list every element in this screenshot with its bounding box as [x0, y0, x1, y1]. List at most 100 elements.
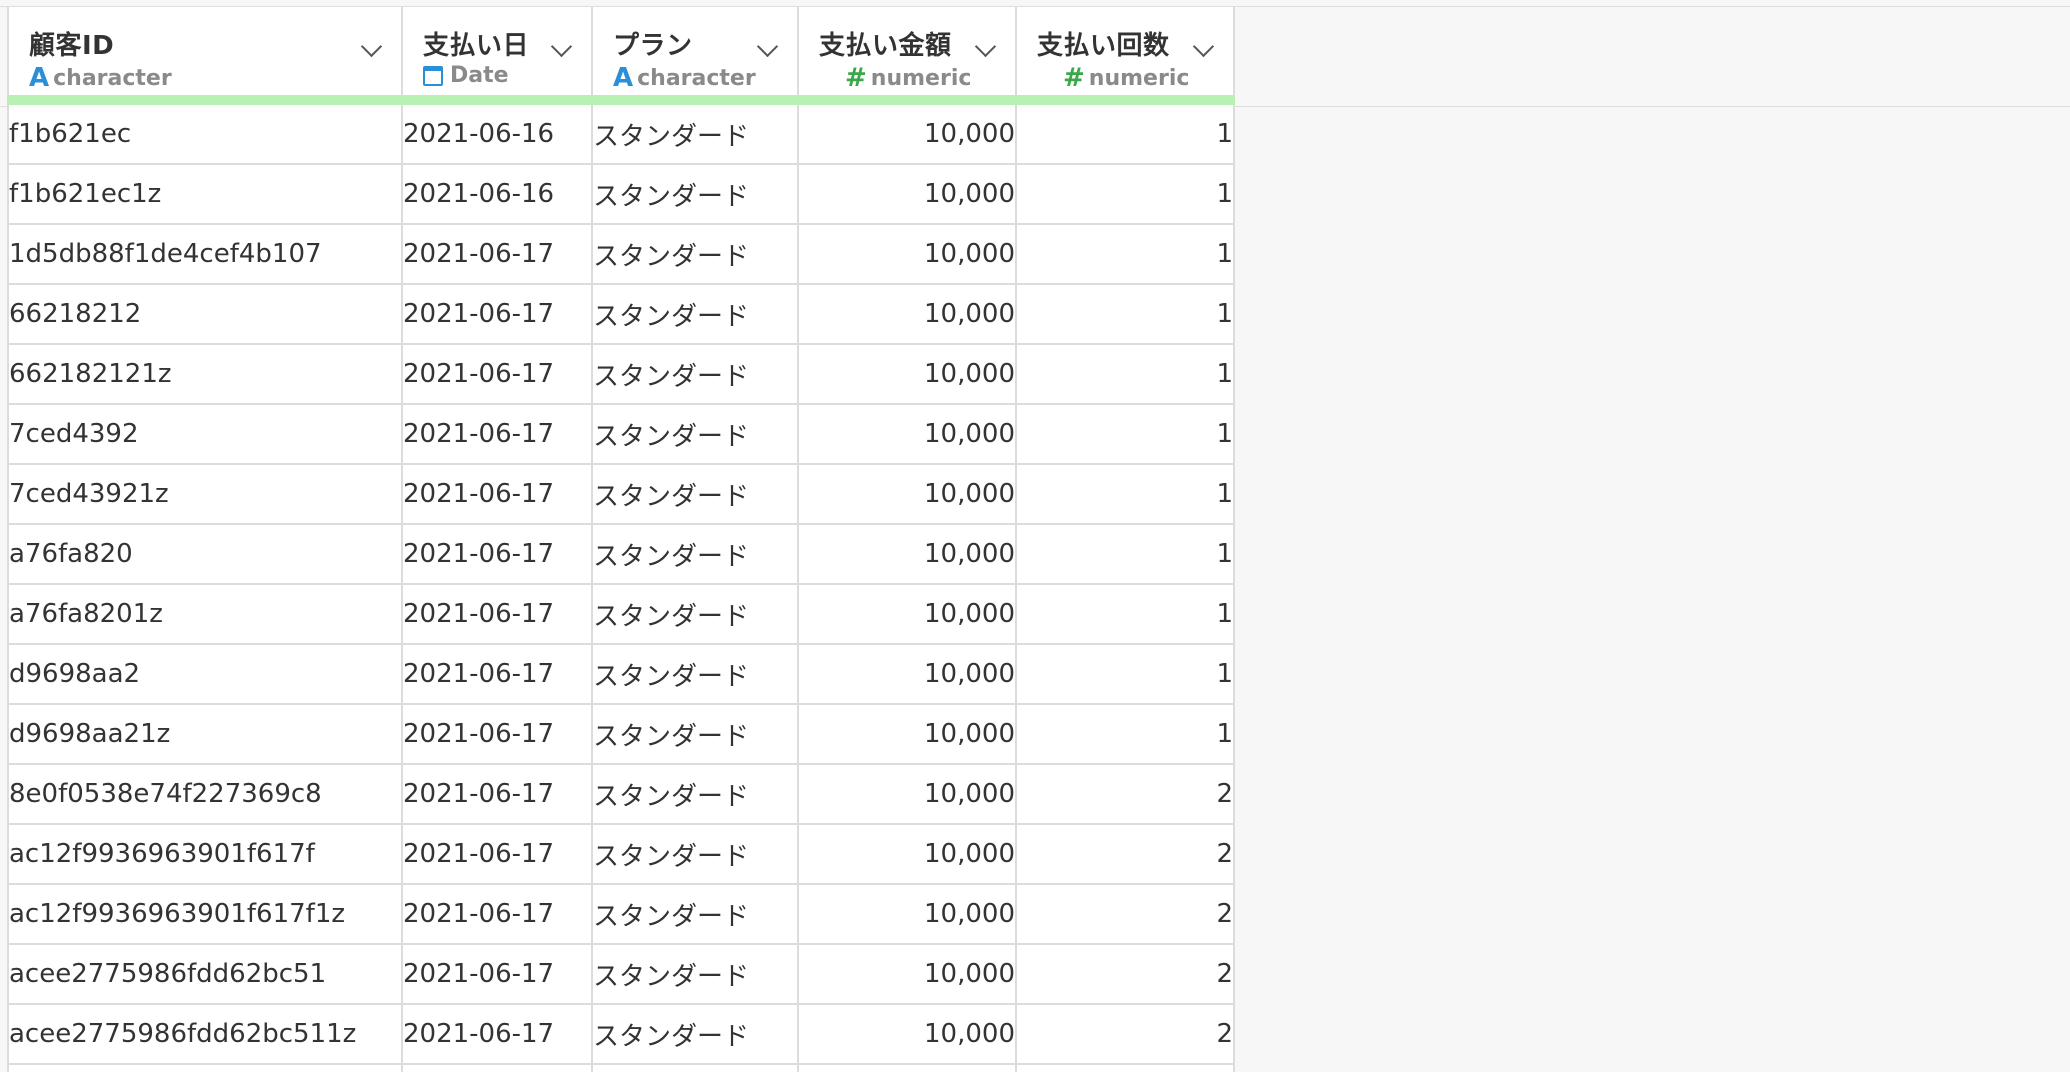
payment-date-cell[interactable]: 2021-06-17 — [402, 344, 593, 405]
payment-count-cell[interactable]: 1 — [1016, 404, 1235, 465]
payment-date-cell[interactable]: 2021-06-17 — [402, 284, 593, 345]
customer-id-cell[interactable]: a76fa820 — [7, 524, 403, 585]
payment-count-cell[interactable]: 1 — [1016, 100, 1235, 165]
payment-date-cell[interactable]: 2021-06-17 — [402, 224, 593, 285]
plan-cell[interactable]: スタンダード — [592, 404, 799, 465]
customer-id-cell[interactable]: 1d5db88f1de4cef4b107 — [7, 224, 403, 285]
payment-amount-cell[interactable]: 10,000 — [798, 644, 1017, 705]
payment-count-cell[interactable]: 1 — [1016, 284, 1235, 345]
plan-cell[interactable]: スタンダード — [592, 1004, 799, 1065]
payment-count-cell[interactable]: 1 — [1016, 704, 1235, 765]
customer-id-cell[interactable]: ac12f9936963901f617f1z — [7, 884, 403, 945]
payment-amount-cell[interactable]: 10,000 — [798, 344, 1017, 405]
payment-count-cell[interactable]: 1 — [1016, 524, 1235, 585]
table-row[interactable]: d9698aa21z 2021-06-17 スタンダード 10,000 1 — [7, 704, 1235, 765]
table-row[interactable]: f1b621ec1z 2021-06-16 スタンダード 10,000 1 — [7, 164, 1235, 225]
plan-cell[interactable]: スタンダード — [592, 284, 799, 345]
table-row[interactable]: acee2775986fdd62bc511z 2021-06-17 スタンダード 10… — [7, 1004, 1235, 1065]
table-row[interactable] — [7, 1064, 1235, 1072]
payment-amount-cell[interactable] — [798, 1064, 1017, 1072]
payment-count-cell[interactable]: 2 — [1016, 824, 1235, 885]
column-header-payment-count[interactable]: 支払い回数 # numeric — [1016, 7, 1235, 105]
payment-amount-cell[interactable]: 10,000 — [798, 824, 1017, 885]
table-row[interactable]: ac12f9936963901f617f 2021-06-17 スタンダード 10,0… — [7, 824, 1235, 885]
table-row[interactable]: a76fa8201z 2021-06-17 スタンダード 10,000 1 — [7, 584, 1235, 645]
plan-cell[interactable]: スタンダード — [592, 100, 799, 165]
payment-date-cell[interactable]: 2021-06-17 — [402, 824, 593, 885]
chevron-down-icon[interactable] — [360, 35, 383, 58]
customer-id-cell[interactable]: 662182121z — [7, 344, 403, 405]
plan-cell[interactable]: スタンダード — [592, 944, 799, 1005]
plan-cell[interactable]: スタンダード — [592, 764, 799, 825]
customer-id-cell[interactable]: f1b621ec — [7, 100, 403, 165]
customer-id-cell[interactable]: d9698aa21z — [7, 704, 403, 765]
plan-cell[interactable]: スタンダード — [592, 164, 799, 225]
plan-cell[interactable] — [592, 1064, 799, 1072]
payment-count-cell[interactable]: 1 — [1016, 584, 1235, 645]
payment-amount-cell[interactable]: 10,000 — [798, 284, 1017, 345]
customer-id-cell[interactable]: ac12f9936963901f617f — [7, 824, 403, 885]
plan-cell[interactable]: スタンダード — [592, 524, 799, 585]
column-header-plan[interactable]: プラン A character — [592, 7, 799, 105]
customer-id-cell[interactable]: acee2775986fdd62bc511z — [7, 1004, 403, 1065]
payment-date-cell[interactable]: 2021-06-17 — [402, 1004, 593, 1065]
payment-count-cell[interactable]: 1 — [1016, 344, 1235, 405]
plan-cell[interactable]: スタンダード — [592, 704, 799, 765]
payment-count-cell[interactable]: 2 — [1016, 944, 1235, 1005]
payment-date-cell[interactable]: 2021-06-17 — [402, 404, 593, 465]
column-header-customer-id[interactable]: 顧客ID A character — [7, 7, 403, 105]
table-row[interactable]: 66218212 2021-06-17 スタンダード 10,000 1 — [7, 284, 1235, 345]
customer-id-cell[interactable]: 8e0f0538e74f227369c8 — [7, 764, 403, 825]
customer-id-cell[interactable] — [7, 1064, 403, 1072]
payment-count-cell[interactable] — [1016, 1064, 1235, 1072]
table-row[interactable]: 7ced4392 2021-06-17 スタンダード 10,000 1 — [7, 404, 1235, 465]
plan-cell[interactable]: スタンダード — [592, 344, 799, 405]
customer-id-cell[interactable]: acee2775986fdd62bc51 — [7, 944, 403, 1005]
table-row[interactable]: a76fa820 2021-06-17 スタンダード 10,000 1 — [7, 524, 1235, 585]
plan-cell[interactable]: スタンダード — [592, 884, 799, 945]
payment-amount-cell[interactable]: 10,000 — [798, 884, 1017, 945]
payment-date-cell[interactable]: 2021-06-17 — [402, 704, 593, 765]
plan-cell[interactable]: スタンダード — [592, 224, 799, 285]
payment-count-cell[interactable]: 2 — [1016, 764, 1235, 825]
plan-cell[interactable]: スタンダード — [592, 824, 799, 885]
payment-date-cell[interactable]: 2021-06-17 — [402, 524, 593, 585]
table-row[interactable]: acee2775986fdd62bc51 2021-06-17 スタンダード 10,0… — [7, 944, 1235, 1005]
payment-amount-cell[interactable]: 10,000 — [798, 524, 1017, 585]
payment-amount-cell[interactable]: 10,000 — [798, 764, 1017, 825]
payment-count-cell[interactable]: 2 — [1016, 884, 1235, 945]
payment-count-cell[interactable]: 2 — [1016, 1004, 1235, 1065]
plan-cell[interactable]: スタンダード — [592, 644, 799, 705]
table-row[interactable]: 8e0f0538e74f227369c8 2021-06-17 スタンダード 10,0… — [7, 764, 1235, 825]
payment-date-cell[interactable] — [402, 1064, 593, 1072]
payment-amount-cell[interactable]: 10,000 — [798, 1004, 1017, 1065]
column-header-payment-amount[interactable]: 支払い金額 # numeric — [798, 7, 1017, 105]
payment-count-cell[interactable]: 1 — [1016, 164, 1235, 225]
payment-amount-cell[interactable]: 10,000 — [798, 704, 1017, 765]
payment-amount-cell[interactable]: 10,000 — [798, 224, 1017, 285]
payment-amount-cell[interactable]: 10,000 — [798, 164, 1017, 225]
payment-date-cell[interactable]: 2021-06-17 — [402, 884, 593, 945]
table-row[interactable]: 1d5db88f1de4cef4b107 2021-06-17 スタンダード 10,0… — [7, 224, 1235, 285]
payment-date-cell[interactable]: 2021-06-17 — [402, 764, 593, 825]
payment-count-cell[interactable]: 1 — [1016, 644, 1235, 705]
payment-amount-cell[interactable]: 10,000 — [798, 944, 1017, 1005]
payment-date-cell[interactable]: 2021-06-16 — [402, 100, 593, 165]
chevron-down-icon[interactable] — [756, 35, 779, 58]
plan-cell[interactable]: スタンダード — [592, 464, 799, 525]
payment-count-cell[interactable]: 1 — [1016, 464, 1235, 525]
customer-id-cell[interactable]: 7ced4392 — [7, 404, 403, 465]
column-header-payment-date[interactable]: 支払い日 Date — [402, 7, 593, 105]
customer-id-cell[interactable]: 7ced43921z — [7, 464, 403, 525]
customer-id-cell[interactable]: f1b621ec1z — [7, 164, 403, 225]
table-row[interactable]: d9698aa2 2021-06-17 スタンダード 10,000 1 — [7, 644, 1235, 705]
table-row[interactable]: f1b621ec 2021-06-16 スタンダード 10,000 1 — [7, 100, 1235, 165]
payment-amount-cell[interactable]: 10,000 — [798, 404, 1017, 465]
chevron-down-icon[interactable] — [1192, 35, 1215, 58]
payment-date-cell[interactable]: 2021-06-17 — [402, 644, 593, 705]
payment-date-cell[interactable]: 2021-06-17 — [402, 584, 593, 645]
customer-id-cell[interactable]: a76fa8201z — [7, 584, 403, 645]
payment-count-cell[interactable]: 1 — [1016, 224, 1235, 285]
table-row[interactable]: 662182121z 2021-06-17 スタンダード 10,000 1 — [7, 344, 1235, 405]
payment-amount-cell[interactable]: 10,000 — [798, 100, 1017, 165]
